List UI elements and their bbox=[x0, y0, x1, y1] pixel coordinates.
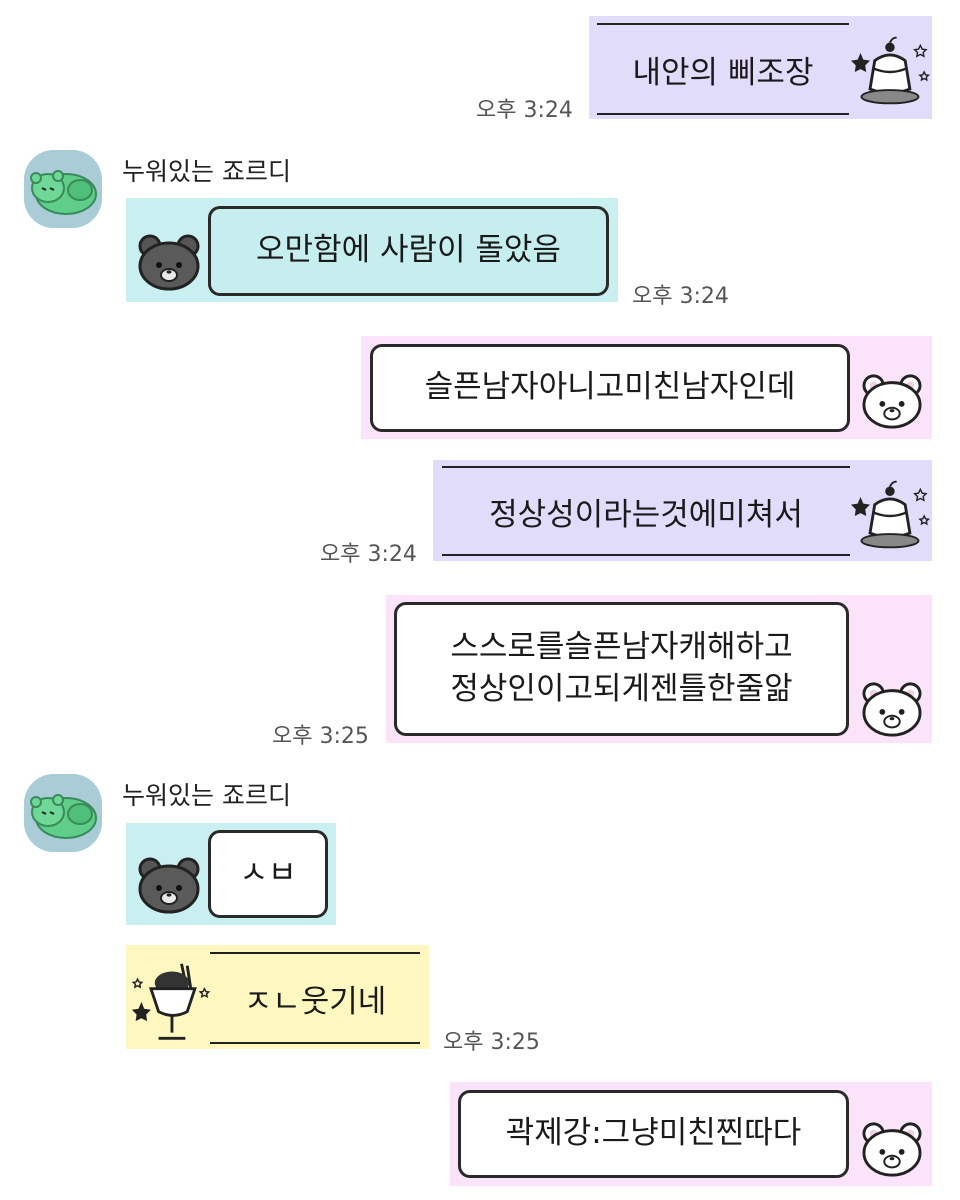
message-bubble[interactable]: 오만함에 사람이 돌았음 bbox=[208, 206, 609, 296]
jordy-avatar-icon bbox=[24, 774, 102, 852]
message-text: ㅈㄴ웃기네 bbox=[243, 983, 387, 1020]
timestamp: 오후 3:24 bbox=[632, 284, 729, 309]
message-bubble[interactable]: 내안의 삐조장 bbox=[597, 23, 849, 115]
jordy-avatar-icon bbox=[24, 150, 102, 228]
parfait-icon bbox=[128, 960, 214, 1046]
message-text: 슬픈남자아니고미친남자인데 bbox=[424, 369, 796, 406]
bear-icon bbox=[858, 680, 926, 738]
sender-name: 누워있는 죠르디 bbox=[122, 157, 291, 186]
avatar[interactable] bbox=[24, 150, 102, 228]
message-bubble[interactable]: 슬픈남자아니고미친남자인데 bbox=[370, 344, 850, 432]
message-bubble[interactable]: ㅅㅂ bbox=[208, 830, 328, 918]
timestamp: 오후 3:24 bbox=[476, 98, 573, 123]
dark-bear-icon bbox=[134, 855, 204, 915]
message-text: 정상성이라는것에미쳐서 bbox=[489, 496, 803, 533]
message-bubble[interactable]: 스스로를슬픈남자캐해하고 정상인이고되게젠틀한줄앎 bbox=[394, 602, 849, 736]
message-text: ㅅㅂ bbox=[239, 855, 297, 892]
pudding-icon bbox=[845, 478, 933, 554]
message-text: 오만함에 사람이 돌았음 bbox=[256, 232, 561, 269]
bear-icon bbox=[858, 1120, 926, 1178]
message-bubble[interactable]: ㅈㄴ웃기네 bbox=[210, 952, 420, 1044]
message-bubble[interactable]: 곽제강:그냥미친찐따다 bbox=[458, 1090, 849, 1178]
pudding-icon bbox=[845, 34, 933, 110]
message-text: 곽제강:그냥미친찐따다 bbox=[505, 1115, 802, 1152]
message-text-line: 정상인이고되게젠틀한줄앎 bbox=[450, 671, 793, 707]
avatar[interactable] bbox=[24, 774, 102, 852]
timestamp: 오후 3:24 bbox=[320, 542, 417, 567]
message-bubble[interactable]: 정상성이라는것에미쳐서 bbox=[442, 466, 850, 556]
sender-name: 누워있는 죠르디 bbox=[122, 781, 291, 810]
bear-icon bbox=[858, 372, 926, 430]
message-text: 내안의 삐조장 bbox=[632, 54, 814, 91]
message-text-line: 스스로를슬픈남자캐해하고 bbox=[450, 629, 793, 666]
dark-bear-icon bbox=[134, 232, 204, 292]
timestamp: 오후 3:25 bbox=[272, 724, 369, 749]
timestamp: 오후 3:25 bbox=[443, 1030, 540, 1055]
